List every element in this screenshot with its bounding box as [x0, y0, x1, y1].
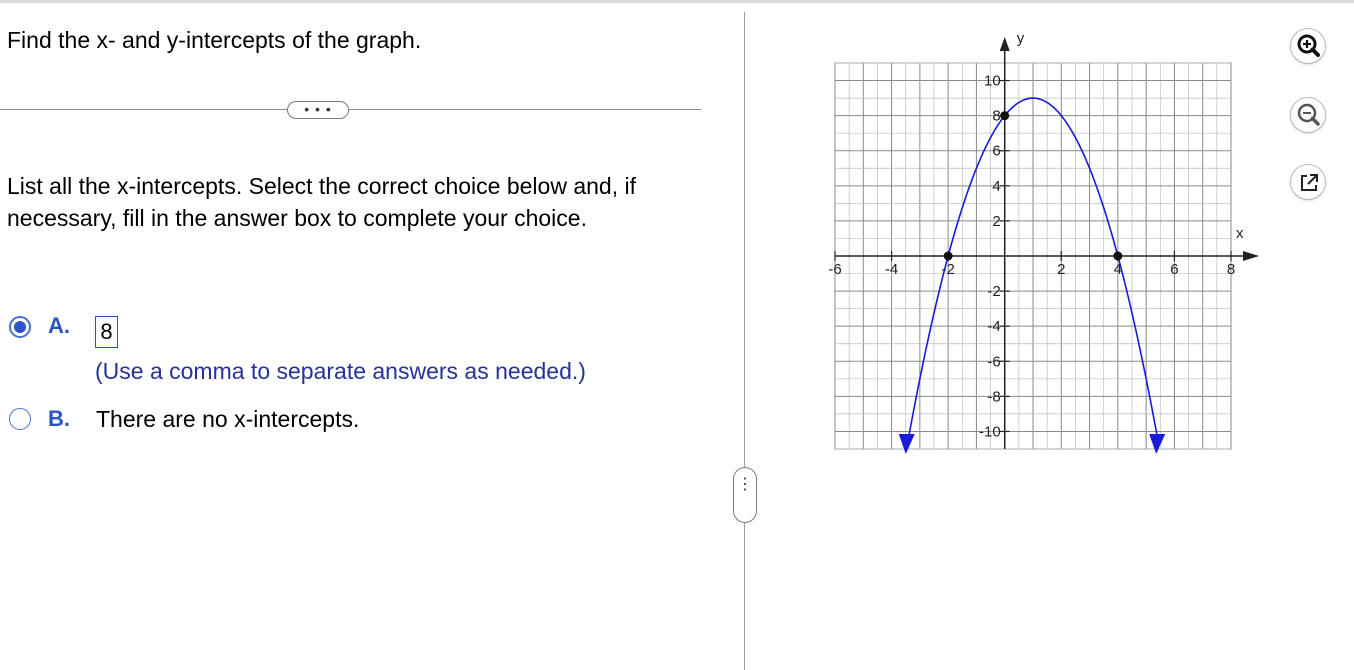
x-tick-label: 8 [1227, 261, 1235, 278]
y-tick-label: -2 [987, 283, 1000, 300]
y-tick-label: 4 [992, 178, 1000, 195]
x-axis-label: x [1236, 225, 1244, 242]
panel-resize-handle[interactable]: ⋮ [733, 467, 757, 523]
y-axis-label: y [1017, 30, 1025, 47]
zoom-out-icon [1297, 103, 1320, 126]
y-tick-label: 2 [992, 213, 1000, 230]
intercept-point [1000, 111, 1010, 121]
answer-hint: (Use a comma to separate answers as need… [95, 358, 586, 384]
intercept-point [1113, 251, 1123, 261]
y-tick-label: 10 [984, 73, 1001, 90]
choice-a-radio[interactable] [9, 316, 31, 338]
question-text: Find the x- and y-intercepts of the grap… [7, 27, 422, 53]
section-divider [0, 109, 701, 110]
x-tick-label: -6 [828, 261, 841, 278]
y-tick-label: -6 [987, 353, 1000, 370]
x-tick-label: 6 [1170, 261, 1178, 278]
answer-box[interactable]: 8 [95, 316, 118, 348]
y-tick-label: 6 [992, 143, 1000, 160]
zoom-in-icon [1297, 34, 1320, 57]
graph: -6 -4 -2 2 4 6 8108642-2-4-6-8-10 xy [828, 30, 1259, 454]
intercept-point [943, 251, 953, 261]
zoom-in-button[interactable] [1290, 28, 1326, 64]
panel-divider [744, 12, 745, 670]
y-tick-label: -10 [979, 423, 1001, 440]
x-axis-arrow [1243, 251, 1259, 261]
y-tick-label: -4 [987, 318, 1000, 335]
top-border [0, 0, 1354, 3]
more-button[interactable]: • • • [287, 101, 349, 119]
zoom-out-button[interactable] [1290, 97, 1326, 133]
choice-a-letter: A. [48, 313, 70, 338]
y-tick-label: -8 [987, 388, 1000, 405]
x-tick-label: 2 [1057, 261, 1065, 278]
choice-b-radio[interactable] [9, 408, 31, 430]
x-tick-label: -4 [885, 261, 898, 278]
choice-b-letter: B. [48, 406, 70, 431]
external-link-icon [1301, 174, 1318, 191]
instruction-text: List all the x-intercepts. Select the co… [7, 173, 636, 231]
open-external-button[interactable] [1290, 164, 1326, 200]
y-axis-arrow [999, 37, 1010, 51]
choice-b-text: There are no x-intercepts. [96, 406, 360, 432]
